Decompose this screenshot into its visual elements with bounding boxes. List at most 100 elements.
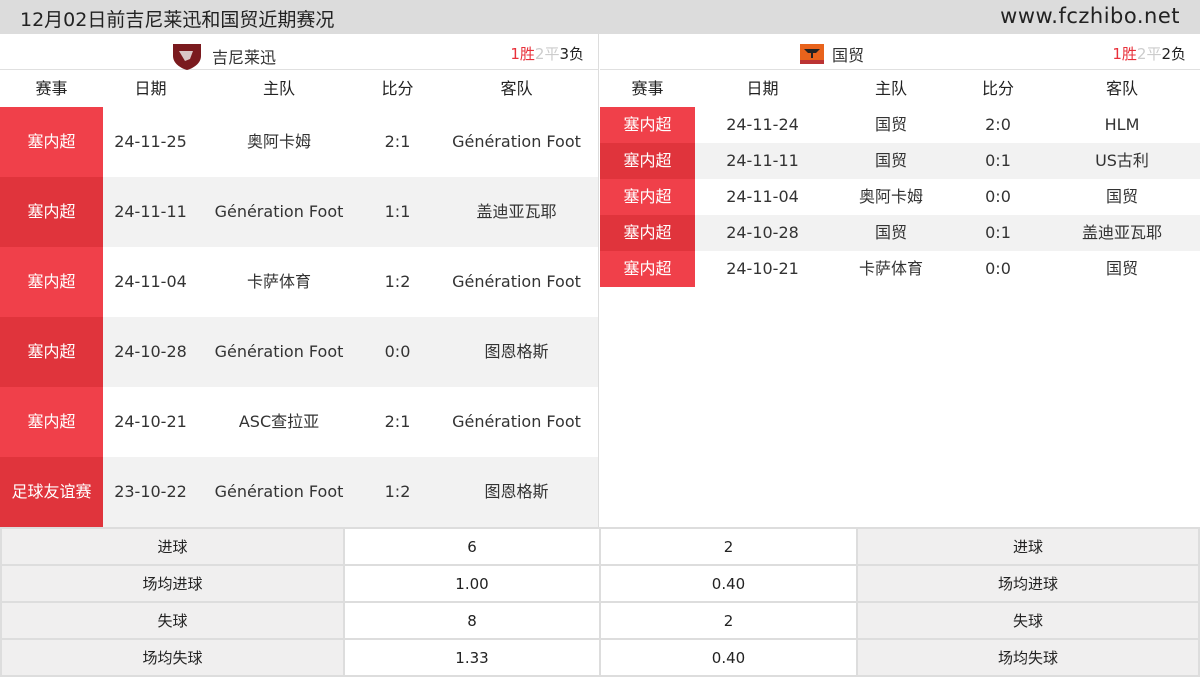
left-stat-value: 1.33 <box>343 638 601 677</box>
page-title: 12月02日前吉尼莱迅和国贸近期赛况 <box>20 9 335 31</box>
match-row[interactable]: 塞内超 24-11-25 奥阿卡姆 2:1 Génération Foot <box>0 107 598 177</box>
score-cell: 0:0 <box>384 342 411 361</box>
league-cell[interactable]: 塞内超 <box>600 251 695 287</box>
away-cell[interactable]: 国贸 <box>1044 179 1200 215</box>
column-header: 比分 <box>381 78 414 98</box>
left-stat-value: 6 <box>343 527 601 566</box>
date-cell[interactable]: 24-11-24 <box>695 107 830 143</box>
league-cell[interactable]: 塞内超 <box>600 179 695 215</box>
match-row[interactable]: 塞内超 24-11-04 奥阿卡姆 0:0 国贸 <box>600 179 1200 215</box>
stat-label: 进球 <box>856 527 1200 566</box>
left-stat-value: 8 <box>343 601 601 640</box>
column-header-row: 赛事 日期 主队 比分 客队 <box>600 70 1200 107</box>
match-row[interactable]: 塞内超 24-11-24 国贸 2:0 HLM <box>600 107 1200 143</box>
title-bar: 12月02日前吉尼莱迅和国贸近期赛况 www.fczhibo.net <box>0 0 1200 34</box>
home-cell[interactable]: 奥阿卡姆 <box>198 107 360 177</box>
date-cell[interactable]: 23-10-22 <box>103 457 198 527</box>
home-cell[interactable]: 国贸 <box>830 215 952 251</box>
score-cell: 2:1 <box>384 132 411 151</box>
away-cell[interactable]: 国贸 <box>1044 251 1200 287</box>
league-cell[interactable]: 足球友谊赛 <box>0 457 103 527</box>
league-cell[interactable]: 塞内超 <box>600 215 695 251</box>
column-header: 客队 <box>500 78 533 98</box>
home-cell[interactable]: 奥阿卡姆 <box>830 179 952 215</box>
date-cell[interactable]: 24-11-04 <box>103 247 198 317</box>
score-cell: 0:1 <box>985 223 1011 242</box>
date-cell[interactable]: 24-10-28 <box>103 317 198 387</box>
date-cell[interactable]: 24-11-04 <box>695 179 830 215</box>
right-stat-value: 0.40 <box>599 638 858 677</box>
right-team-panel: 国贸 1胜2平2负 赛事 日期 主队 比分 客队 塞内超 24-11-24 国贸 2:0 HLM 塞… <box>600 34 1200 527</box>
team-name[interactable]: 国贸 <box>832 42 864 66</box>
away-cell[interactable]: Génération Foot <box>435 387 598 457</box>
home-cell[interactable]: 国贸 <box>830 107 952 143</box>
score-cell: 2:1 <box>384 412 411 431</box>
league-cell[interactable]: 塞内超 <box>600 143 695 179</box>
home-cell[interactable]: Génération Foot <box>198 457 360 527</box>
date-cell[interactable]: 24-11-11 <box>695 143 830 179</box>
team-header: 国贸 1胜2平2负 <box>600 34 1200 70</box>
right-stat-value: 2 <box>599 601 858 640</box>
match-row[interactable]: 塞内超 24-10-28 Génération Foot 0:0 图恩格斯 <box>0 317 598 387</box>
date-cell[interactable]: 24-10-21 <box>695 251 830 287</box>
away-cell[interactable]: HLM <box>1044 107 1200 143</box>
league-cell[interactable]: 塞内超 <box>0 247 103 317</box>
match-row[interactable]: 塞内超 24-10-21 卡萨体育 0:0 国贸 <box>600 251 1200 287</box>
league-cell[interactable]: 塞内超 <box>0 387 103 457</box>
right-stat-value: 2 <box>599 527 858 566</box>
match-row[interactable]: 塞内超 24-11-04 卡萨体育 1:2 Génération Foot <box>0 247 598 317</box>
home-cell[interactable]: 卡萨体育 <box>198 247 360 317</box>
stat-label: 场均失球 <box>0 638 345 677</box>
league-cell[interactable]: 塞内超 <box>0 177 103 247</box>
team-header: 吉尼莱迅 1胜2平3负 <box>0 34 598 70</box>
column-header: 主队 <box>874 78 907 98</box>
team-logo-icon <box>800 44 824 64</box>
away-cell[interactable]: 图恩格斯 <box>435 457 598 527</box>
date-cell[interactable]: 24-11-11 <box>103 177 198 247</box>
date-cell[interactable]: 24-10-28 <box>695 215 830 251</box>
date-cell[interactable]: 24-10-21 <box>103 387 198 457</box>
away-cell[interactable]: Génération Foot <box>435 247 598 317</box>
home-cell[interactable]: Génération Foot <box>198 317 360 387</box>
league-cell[interactable]: 塞内超 <box>600 107 695 143</box>
stat-label: 场均失球 <box>856 638 1200 677</box>
stats-row: 场均进球 1.00 0.40 场均进球 <box>0 564 1200 603</box>
score-cell: 0:0 <box>985 187 1011 206</box>
column-header: 客队 <box>1105 78 1138 98</box>
match-row[interactable]: 足球友谊赛 23-10-22 Génération Foot 1:2 图恩格斯 <box>0 457 598 527</box>
stats-row: 进球 6 2 进球 <box>0 527 1200 566</box>
stat-label: 场均进球 <box>0 564 345 603</box>
right-stat-value: 0.40 <box>599 564 858 603</box>
column-header: 日期 <box>746 78 779 98</box>
column-header: 赛事 <box>35 78 68 98</box>
away-cell[interactable]: 盖迪亚瓦耶 <box>435 177 598 247</box>
away-cell[interactable]: Génération Foot <box>435 107 598 177</box>
away-cell[interactable]: 图恩格斯 <box>435 317 598 387</box>
left-team-panel: 吉尼莱迅 1胜2平3负 赛事 日期 主队 比分 客队 塞内超 24-11-25 奥阿卡姆 2:1… <box>0 34 599 527</box>
home-cell[interactable]: Génération Foot <box>198 177 360 247</box>
match-row[interactable]: 塞内超 24-11-11 国贸 0:1 US古利 <box>600 143 1200 179</box>
league-cell[interactable]: 塞内超 <box>0 317 103 387</box>
match-row[interactable]: 塞内超 24-10-21 ASC查拉亚 2:1 Génération Foot <box>0 387 598 457</box>
match-row[interactable]: 塞内超 24-10-28 国贸 0:1 盖迪亚瓦耶 <box>600 215 1200 251</box>
stat-label: 失球 <box>856 601 1200 640</box>
column-header: 赛事 <box>631 78 664 98</box>
away-cell[interactable]: US古利 <box>1044 143 1200 179</box>
date-cell[interactable]: 24-11-25 <box>103 107 198 177</box>
team-record: 1胜2平2负 <box>1112 45 1186 63</box>
team-logo-icon <box>173 44 201 70</box>
score-cell: 0:0 <box>985 259 1011 278</box>
match-row[interactable]: 塞内超 24-11-11 Génération Foot 1:1 盖迪亚瓦耶 <box>0 177 598 247</box>
home-cell[interactable]: 卡萨体育 <box>830 251 952 287</box>
home-cell[interactable]: ASC查拉亚 <box>198 387 360 457</box>
team-record: 1胜2平3负 <box>510 45 584 63</box>
team-name[interactable]: 吉尼莱迅 <box>212 44 276 68</box>
score-cell: 1:2 <box>384 272 411 291</box>
stats-row: 失球 8 2 失球 <box>0 601 1200 640</box>
home-cell[interactable]: 国贸 <box>830 143 952 179</box>
league-cell[interactable]: 塞内超 <box>0 107 103 177</box>
away-cell[interactable]: 盖迪亚瓦耶 <box>1044 215 1200 251</box>
column-header: 比分 <box>981 78 1014 98</box>
score-cell: 0:1 <box>985 151 1011 170</box>
stats-row: 场均失球 1.33 0.40 场均失球 <box>0 638 1200 677</box>
